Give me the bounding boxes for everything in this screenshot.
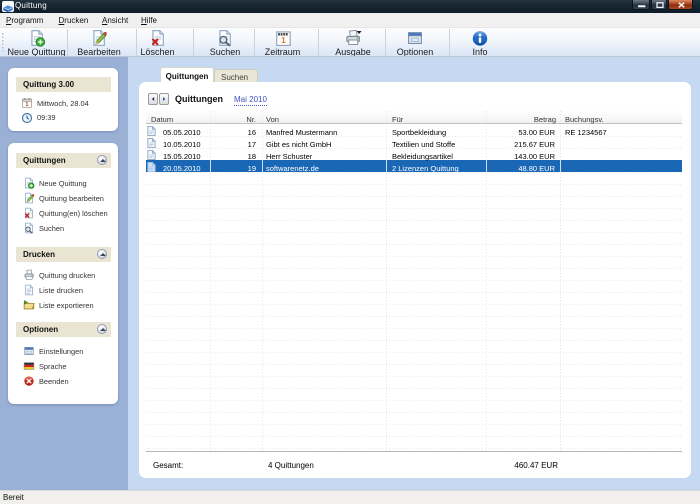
svg-text:1: 1 [26, 102, 29, 108]
svg-text:1: 1 [281, 36, 286, 45]
